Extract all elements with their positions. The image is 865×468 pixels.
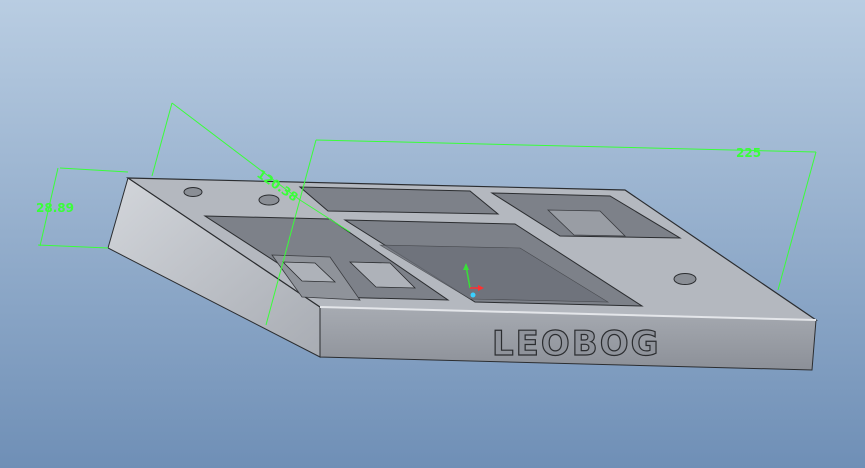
dimension-width-label[interactable]: 225 bbox=[736, 146, 761, 160]
cad-viewport[interactable]: LEOBOG 28.89 120.38 225 bbox=[0, 0, 865, 468]
dimension-height-label[interactable]: 28.89 bbox=[36, 201, 74, 215]
emboss-text: LEOBOG bbox=[492, 324, 661, 364]
mount-hole bbox=[673, 273, 697, 285]
model-canvas[interactable]: LEOBOG 28.89 120.38 225 bbox=[0, 0, 865, 468]
mount-hole bbox=[183, 187, 203, 197]
mount-hole bbox=[258, 194, 280, 206]
cutout-top-center bbox=[298, 186, 500, 215]
